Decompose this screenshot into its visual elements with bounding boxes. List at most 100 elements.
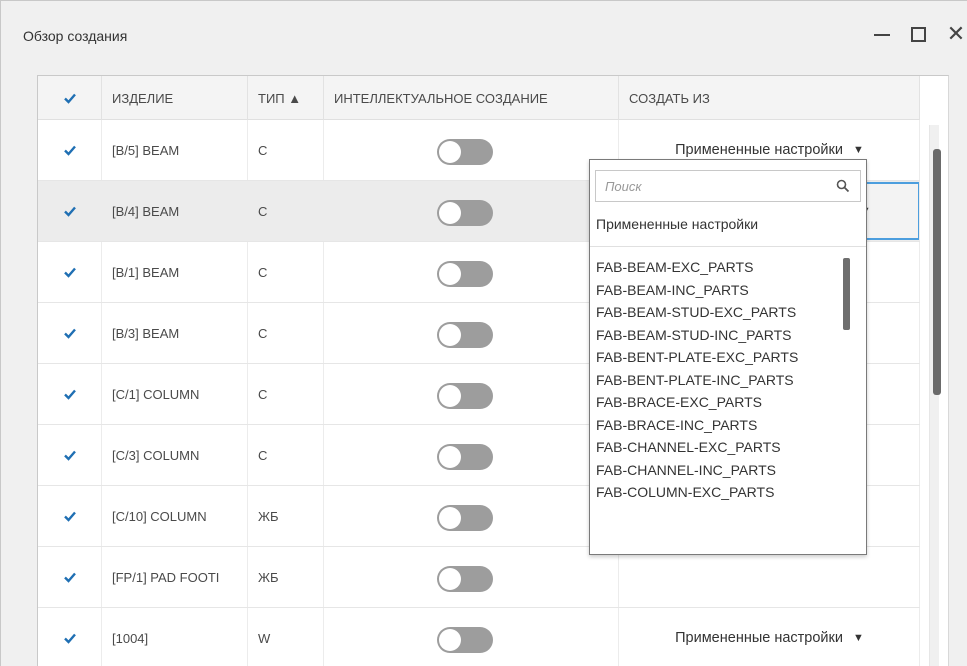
dropdown-option[interactable]: FAB-BEAM-INC_PARTS bbox=[596, 279, 846, 302]
check-icon bbox=[63, 328, 76, 339]
close-button[interactable]: ✕ bbox=[941, 19, 967, 49]
chevron-down-icon: ▼ bbox=[852, 144, 864, 156]
product-cell: [B/1] BEAM bbox=[102, 242, 248, 302]
creation-overview-window: Обзор создания ✕ ИЗДЕЛИЕ ТИП ▲ ИНТЕЛЛЕКТ… bbox=[0, 0, 967, 666]
minimize-button[interactable] bbox=[867, 19, 897, 49]
dropdown-option[interactable]: FAB-CHANNEL-INC_PARTS bbox=[596, 459, 846, 482]
dropdown-option[interactable]: FAB-BRACE-INC_PARTS bbox=[596, 414, 846, 437]
row-checkbox[interactable] bbox=[61, 263, 79, 281]
smart-creation-cell bbox=[324, 120, 619, 180]
smart-creation-cell bbox=[324, 486, 619, 546]
dropdown-option[interactable]: FAB-BENT-PLATE-EXC_PARTS bbox=[596, 346, 846, 369]
dropdown-option[interactable]: FAB-COLUMN-EXC_PARTS bbox=[596, 481, 846, 504]
window-title: Обзор создания bbox=[23, 28, 128, 44]
row-checkbox-cell bbox=[38, 303, 102, 363]
row-checkbox[interactable] bbox=[61, 568, 79, 586]
type-cell: C bbox=[248, 120, 324, 180]
check-icon bbox=[63, 511, 76, 522]
check-icon bbox=[63, 206, 76, 217]
check-icon bbox=[63, 389, 76, 400]
smart-creation-cell bbox=[324, 242, 619, 302]
product-cell: [C/3] COLUMN bbox=[102, 425, 248, 485]
smart-creation-cell bbox=[324, 425, 619, 485]
create-from-select[interactable]: Примененные настройки ▼ bbox=[619, 608, 919, 666]
row-checkbox[interactable] bbox=[61, 385, 79, 403]
smart-creation-toggle[interactable] bbox=[437, 566, 493, 592]
toggle-knob bbox=[439, 324, 461, 346]
type-cell: W bbox=[248, 608, 324, 666]
row-checkbox[interactable] bbox=[61, 629, 79, 647]
search-icon bbox=[836, 179, 850, 193]
product-cell: [C/10] COLUMN bbox=[102, 486, 248, 546]
row-checkbox-cell bbox=[38, 608, 102, 666]
type-cell: C bbox=[248, 425, 324, 485]
maximize-button[interactable] bbox=[903, 19, 933, 49]
header-product[interactable]: ИЗДЕЛИЕ bbox=[102, 76, 248, 120]
dropdown-scrollbar-thumb[interactable] bbox=[843, 258, 850, 330]
header-create-from[interactable]: СОЗДАТЬ ИЗ bbox=[619, 76, 920, 120]
row-checkbox-cell bbox=[38, 181, 102, 241]
smart-creation-cell bbox=[324, 608, 619, 666]
dropdown-search-input[interactable]: Поиск bbox=[595, 170, 861, 202]
create-from-dropdown-list: Поиск Примененные настройки FAB-BEAM-EXC… bbox=[589, 159, 867, 555]
check-icon bbox=[63, 145, 76, 156]
smart-creation-toggle[interactable] bbox=[437, 322, 493, 348]
smart-creation-toggle[interactable] bbox=[437, 139, 493, 165]
product-cell: [B/5] BEAM bbox=[102, 120, 248, 180]
product-cell: [C/1] COLUMN bbox=[102, 364, 248, 424]
row-checkbox-cell bbox=[38, 486, 102, 546]
check-icon bbox=[63, 633, 76, 644]
dropdown-option[interactable]: FAB-BRACE-EXC_PARTS bbox=[596, 391, 846, 414]
title-bar: Обзор создания ✕ bbox=[1, 1, 967, 63]
table-header: ИЗДЕЛИЕ ТИП ▲ ИНТЕЛЛЕКТУАЛЬНОЕ СОЗДАНИЕ … bbox=[38, 76, 920, 120]
smart-creation-toggle[interactable] bbox=[437, 444, 493, 470]
check-icon bbox=[63, 572, 76, 583]
smart-creation-cell bbox=[324, 547, 619, 607]
smart-creation-toggle[interactable] bbox=[437, 200, 493, 226]
header-smart-creation[interactable]: ИНТЕЛЛЕКТУАЛЬНОЕ СОЗДАНИЕ bbox=[324, 76, 619, 120]
row-checkbox-cell bbox=[38, 364, 102, 424]
product-cell: [FP/1] PAD FOOTI bbox=[102, 547, 248, 607]
toggle-knob bbox=[439, 141, 461, 163]
select-all-checkbox[interactable] bbox=[61, 89, 79, 107]
header-type[interactable]: ТИП ▲ bbox=[248, 76, 324, 120]
toggle-knob bbox=[439, 385, 461, 407]
toggle-knob bbox=[439, 507, 461, 529]
row-checkbox[interactable] bbox=[61, 202, 79, 220]
toggle-knob bbox=[439, 629, 461, 651]
table-scrollbar-thumb[interactable] bbox=[933, 149, 941, 395]
dropdown-divider bbox=[590, 246, 866, 247]
dropdown-options: FAB-BEAM-EXC_PARTS FAB-BEAM-INC_PARTS FAB-… bbox=[596, 256, 846, 504]
row-checkbox[interactable] bbox=[61, 324, 79, 342]
product-cell: [1004] bbox=[102, 608, 248, 666]
smart-creation-cell bbox=[324, 181, 619, 241]
dropdown-option[interactable]: FAB-BENT-PLATE-INC_PARTS bbox=[596, 369, 846, 392]
smart-creation-toggle[interactable] bbox=[437, 261, 493, 287]
dropdown-option-applied[interactable]: Примененные настройки bbox=[596, 216, 758, 232]
check-icon bbox=[63, 450, 76, 461]
smart-creation-toggle[interactable] bbox=[437, 383, 493, 409]
row-checkbox-cell bbox=[38, 425, 102, 485]
table-row[interactable]: [FP/1] PAD FOOTI ЖБ bbox=[38, 547, 920, 608]
dropdown-option[interactable]: FAB-BEAM-STUD-EXC_PARTS bbox=[596, 301, 846, 324]
create-from-cell bbox=[619, 547, 920, 607]
dropdown-option[interactable]: FAB-CHANNEL-EXC_PARTS bbox=[596, 436, 846, 459]
maximize-icon bbox=[910, 26, 926, 42]
type-cell: ЖБ bbox=[248, 547, 324, 607]
check-icon bbox=[63, 267, 76, 278]
smart-creation-toggle[interactable] bbox=[437, 505, 493, 531]
dropdown-option[interactable]: FAB-BEAM-STUD-INC_PARTS bbox=[596, 324, 846, 347]
smart-creation-cell bbox=[324, 364, 619, 424]
smart-creation-toggle[interactable] bbox=[437, 627, 493, 653]
table-row[interactable]: [1004] W Примененные настройки ▼ bbox=[38, 608, 920, 666]
row-checkbox[interactable] bbox=[61, 446, 79, 464]
type-cell: ЖБ bbox=[248, 486, 324, 546]
row-checkbox[interactable] bbox=[61, 507, 79, 525]
toggle-knob bbox=[439, 568, 461, 590]
row-checkbox[interactable] bbox=[61, 141, 79, 159]
type-cell: C bbox=[248, 303, 324, 363]
dropdown-option[interactable]: FAB-BEAM-EXC_PARTS bbox=[596, 256, 846, 279]
select-all-cell bbox=[38, 76, 102, 120]
row-checkbox-cell bbox=[38, 242, 102, 302]
minimize-icon bbox=[874, 34, 890, 36]
